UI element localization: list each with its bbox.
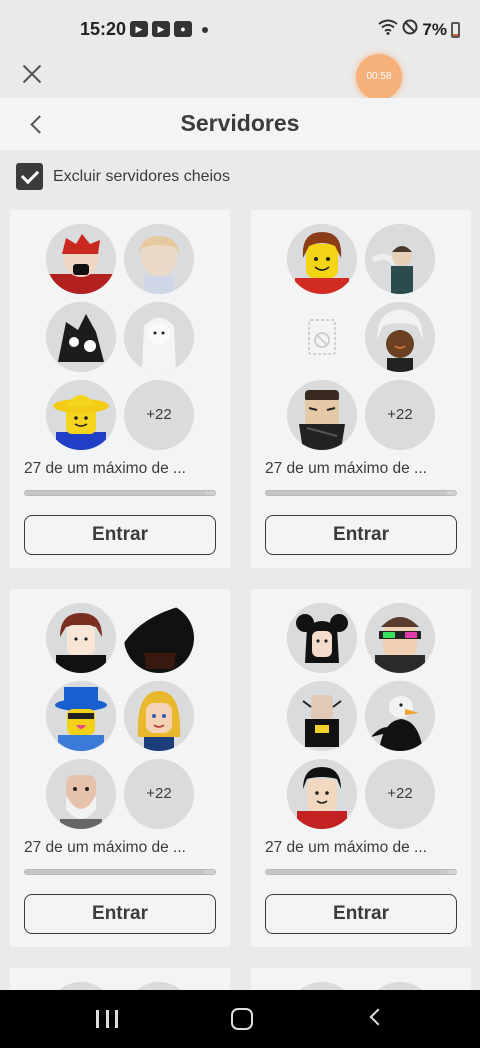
avatar[interactable]: [365, 603, 435, 673]
player-count: 27 de um máximo de ...: [265, 460, 427, 477]
server-card: [251, 968, 471, 990]
player-count: 27 de um máximo de ...: [265, 839, 427, 856]
more-players-badge[interactable]: +22: [124, 380, 194, 450]
back-nav-icon[interactable]: [369, 1008, 387, 1026]
player-count: 27 de um máximo de ...: [24, 460, 186, 477]
join-button[interactable]: Entrar: [265, 894, 457, 934]
filter-label: Excluir servidores cheios: [53, 167, 230, 185]
avatar[interactable]: [46, 603, 116, 673]
status-right: 7%: [378, 19, 460, 40]
blocked-avatar-icon: [287, 302, 357, 372]
server-card: [10, 968, 230, 990]
recent-apps-icon[interactable]: [96, 1010, 118, 1028]
server-card: +22 27 de um máximo de ... Entrar: [251, 210, 471, 568]
join-button[interactable]: Entrar: [265, 515, 457, 555]
wifi-icon: [378, 19, 399, 40]
home-icon[interactable]: [231, 1008, 253, 1030]
more-players-badge[interactable]: +22: [365, 380, 435, 450]
more-notifications-icon: [202, 27, 208, 33]
youtube-icon: ▶: [152, 21, 170, 37]
avatar[interactable]: [365, 224, 435, 294]
avatar[interactable]: [287, 681, 357, 751]
status-bar: 15:20 ▶ ▶ ● 7%: [0, 0, 480, 52]
video-camera-icon: ▶: [130, 21, 148, 37]
capacity-fill: [266, 491, 447, 495]
capacity-fill: [266, 870, 447, 874]
avatar[interactable]: [46, 302, 116, 372]
avatar[interactable]: [287, 603, 357, 673]
capacity-bar: [24, 490, 216, 496]
notification-icons: ▶ ▶ ●: [130, 21, 208, 37]
avatar[interactable]: [124, 681, 194, 751]
avatar[interactable]: [46, 224, 116, 294]
capacity-bar: [265, 869, 457, 875]
join-button[interactable]: Entrar: [24, 894, 216, 934]
avatar[interactable]: [124, 302, 194, 372]
battery-percent: 7%: [422, 19, 447, 39]
player-count: 27 de um máximo de ...: [24, 839, 186, 856]
avatar[interactable]: [365, 302, 435, 372]
join-button[interactable]: Entrar: [24, 515, 216, 555]
status-time: 15:20: [80, 19, 127, 39]
header: Servidores: [0, 98, 480, 150]
system-nav-bar: [0, 990, 480, 1048]
avatar[interactable]: [287, 224, 357, 294]
server-card: +22 27 de um máximo de ... Entrar: [251, 589, 471, 947]
do-not-disturb-icon: [402, 19, 418, 40]
close-button[interactable]: [18, 60, 46, 88]
checkbox-checked-icon[interactable]: [16, 163, 43, 190]
avatar[interactable]: [124, 224, 194, 294]
capacity-fill: [25, 491, 206, 495]
recording-indicator[interactable]: 00:58: [356, 54, 402, 100]
battery-icon: [451, 21, 460, 38]
top-bar: 00:58: [0, 52, 480, 100]
avatar[interactable]: [46, 681, 116, 751]
avatar[interactable]: [124, 982, 194, 990]
avatar[interactable]: [365, 982, 435, 990]
avatar[interactable]: [46, 982, 116, 990]
server-card: +22 27 de um máximo de ... Entrar: [10, 210, 230, 568]
avatar[interactable]: [365, 681, 435, 751]
avatar[interactable]: [287, 380, 357, 450]
capacity-bar: [24, 869, 216, 875]
avatar[interactable]: [46, 380, 116, 450]
more-players-badge[interactable]: +22: [124, 759, 194, 829]
more-players-badge[interactable]: +22: [365, 759, 435, 829]
capacity-fill: [25, 870, 206, 874]
server-card: +22 27 de um máximo de ... Entrar: [10, 589, 230, 947]
avatar[interactable]: [46, 759, 116, 829]
exclude-full-servers-toggle[interactable]: Excluir servidores cheios: [16, 163, 230, 190]
avatar[interactable]: [287, 982, 357, 990]
screen-recorder-icon: ●: [174, 21, 192, 37]
avatar[interactable]: [287, 759, 357, 829]
capacity-bar: [265, 490, 457, 496]
avatar[interactable]: [124, 603, 194, 673]
page-title: Servidores: [180, 110, 300, 136]
